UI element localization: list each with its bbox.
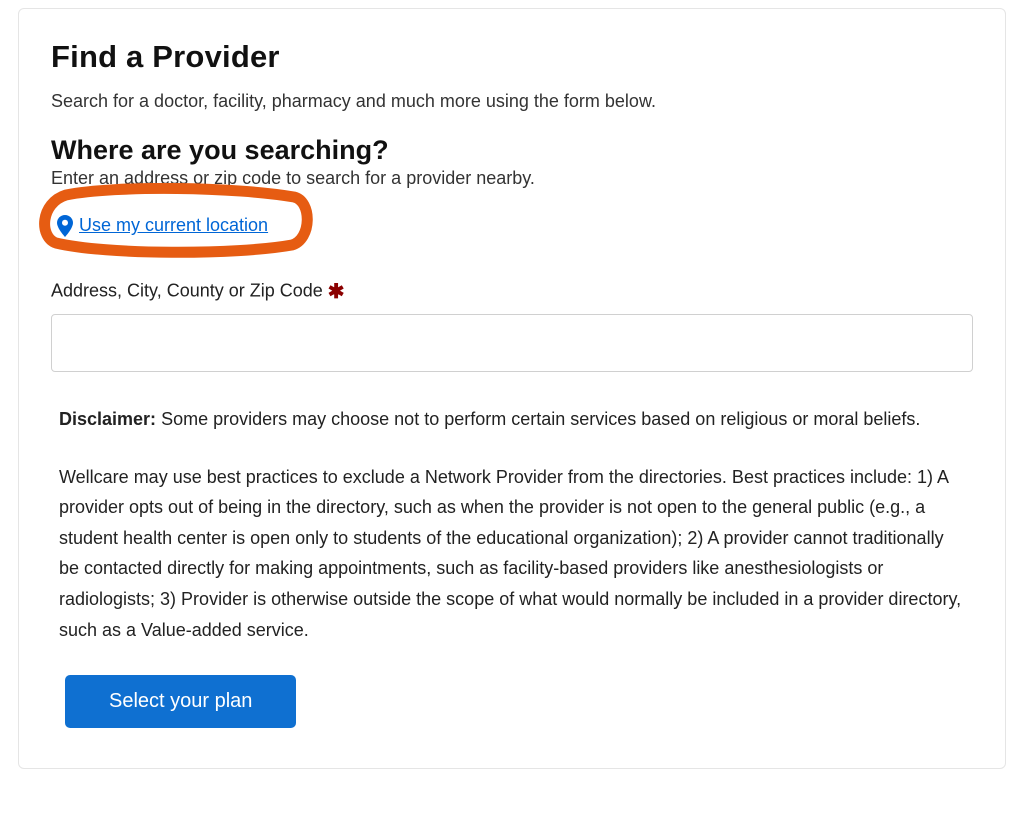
use-location-wrap: Use my current location bbox=[45, 207, 274, 245]
location-section-title: Where are you searching? bbox=[51, 136, 973, 166]
location-pin-icon bbox=[57, 215, 73, 237]
required-asterisk-icon: ✱ bbox=[328, 279, 345, 304]
find-provider-card: Find a Provider Search for a doctor, fac… bbox=[18, 8, 1006, 769]
address-input[interactable] bbox=[51, 314, 973, 372]
disclaimer-paragraph-2: Wellcare may use best practices to exclu… bbox=[59, 462, 965, 646]
disclaimer-paragraph-1: Disclaimer: Some providers may choose no… bbox=[59, 406, 965, 434]
use-current-location-link[interactable]: Use my current location bbox=[45, 207, 274, 245]
address-label-text: Address, City, County or Zip Code bbox=[51, 280, 323, 300]
location-section-hint: Enter an address or zip code to search f… bbox=[51, 168, 973, 189]
use-current-location-label: Use my current location bbox=[79, 215, 268, 236]
disclaimer-text-1: Some providers may choose not to perform… bbox=[156, 409, 920, 429]
disclaimer-label: Disclaimer: bbox=[59, 409, 156, 429]
page-title: Find a Provider bbox=[51, 39, 973, 75]
select-plan-button[interactable]: Select your plan bbox=[65, 675, 296, 728]
disclaimer-block: Disclaimer: Some providers may choose no… bbox=[51, 406, 973, 728]
page-subtitle: Search for a doctor, facility, pharmacy … bbox=[51, 91, 973, 112]
address-field-label: Address, City, County or Zip Code ✱ bbox=[51, 279, 973, 304]
